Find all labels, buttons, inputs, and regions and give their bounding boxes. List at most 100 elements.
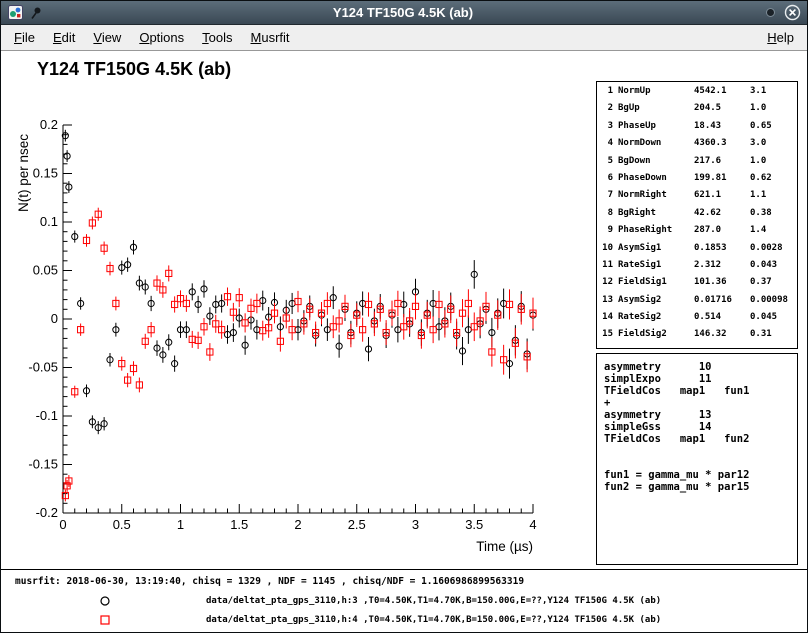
svg-text:0: 0 — [51, 311, 58, 326]
theory-line: fun1 = gamma_mu * par12 — [604, 469, 797, 481]
theory-line — [604, 457, 797, 469]
open-square-marker-icon — [98, 613, 112, 631]
menu-item-musrfit[interactable]: Musrfit — [242, 26, 299, 49]
window-menu-dot-icon[interactable] — [762, 4, 779, 21]
param-asymsig2-p-err: 0.00098 — [750, 295, 795, 312]
theory-line — [604, 445, 797, 457]
param-asymsig1-p-name: AsymSig1 — [618, 243, 694, 260]
param-phaseright-p-name: PhaseRight — [618, 225, 694, 242]
param-bgright-p-err: 0.38 — [750, 208, 795, 225]
fit-status-text: musrfit: 2018-06-30, 13:19:40, chisq = 1… — [15, 576, 524, 587]
param-normdown-p-name: NormDown — [618, 138, 694, 155]
param-asymsig2-p-name: AsymSig2 — [618, 295, 694, 312]
legend-label-1: data/deltat_pta_gps_3110,h:3 ,T0=4.50K,T… — [206, 596, 661, 606]
plot-title: Y124 TF150G 4.5K (ab) — [37, 59, 231, 80]
param-fieldsig1-p-val: 101.36 — [694, 277, 750, 294]
param-normdown-p-err: 3.0 — [750, 138, 795, 155]
musrview-window: Y124 TF150G 4.5K (ab) FileEditViewOption… — [0, 0, 808, 633]
window-title: Y124 TF150G 4.5K (ab) — [49, 5, 757, 20]
close-icon[interactable] — [784, 4, 801, 21]
svg-text:-0.1: -0.1 — [36, 408, 58, 423]
theory-line: + — [604, 397, 797, 409]
param-phaseup-p-err: 0.65 — [750, 121, 795, 138]
svg-text:2: 2 — [294, 517, 301, 532]
theory-line: asymmetry 13 — [604, 409, 797, 421]
param-normright-p-val: 621.1 — [694, 190, 750, 207]
param-bgup-p-no: 2 — [602, 103, 618, 120]
param-ratesig2-p-err: 0.045 — [750, 312, 795, 329]
svg-text:0.15: 0.15 — [33, 166, 58, 181]
svg-text:0: 0 — [59, 517, 66, 532]
plot-legend: data/deltat_pta_gps_3110,h:3 ,T0=4.50K,T… — [1, 591, 807, 629]
menu-item-options[interactable]: Options — [130, 26, 193, 49]
param-ratesig2-p-no: 14 — [602, 312, 618, 329]
param-phaseright-p-err: 1.4 — [750, 225, 795, 242]
svg-text:-0.2: -0.2 — [36, 505, 58, 520]
param-bgup-p-err: 1.0 — [750, 103, 795, 120]
param-fieldsig2-p-name: FieldSig2 — [618, 329, 694, 346]
param-bgdown-p-name: BgDown — [618, 156, 694, 173]
param-bgup-p-val: 204.5 — [694, 103, 750, 120]
theory-line: asymmetry 10 — [604, 361, 797, 373]
param-phaseright-p-val: 287.0 — [694, 225, 750, 242]
param-bgup-p-name: BgUp — [618, 103, 694, 120]
param-phaseright-p-no: 9 — [602, 225, 618, 242]
menu-item-edit[interactable]: Edit — [44, 26, 84, 49]
svg-text:N(t) per nsec: N(t) per nsec — [16, 134, 31, 212]
param-fieldsig2-p-val: 146.32 — [694, 329, 750, 346]
musr-plot-svg: 00.511.522.533.54-0.2-0.15-0.1-0.0500.05… — [13, 109, 569, 569]
param-phasedown-p-no: 6 — [602, 173, 618, 190]
svg-text:0.1: 0.1 — [40, 214, 58, 229]
menu-item-help[interactable]: Help — [758, 26, 803, 49]
svg-text:Time (µs): Time (µs) — [476, 539, 533, 554]
param-normdown-p-val: 4360.3 — [694, 138, 750, 155]
param-bgdown-p-err: 1.0 — [750, 156, 795, 173]
param-asymsig2-p-no: 13 — [602, 295, 618, 312]
parameter-box: 1NormUp4542.13.12BgUp204.51.03PhaseUp18.… — [596, 81, 798, 349]
param-ratesig2-p-val: 0.514 — [694, 312, 750, 329]
footer-divider — [1, 569, 807, 570]
menu-item-tools[interactable]: Tools — [193, 26, 241, 49]
menu-item-view[interactable]: View — [84, 26, 130, 49]
param-phasedown-p-name: PhaseDown — [618, 173, 694, 190]
svg-text:1: 1 — [177, 517, 184, 532]
param-normright-p-err: 1.1 — [750, 190, 795, 207]
svg-text:0.5: 0.5 — [113, 517, 131, 532]
param-phasedown-p-err: 0.62 — [750, 173, 795, 190]
param-bgright-p-no: 8 — [602, 208, 618, 225]
param-bgdown-p-no: 5 — [602, 156, 618, 173]
param-phaseup-p-name: PhaseUp — [618, 121, 694, 138]
svg-text:0.2: 0.2 — [40, 117, 58, 132]
theory-box: asymmetry 10simplExpo 11TFieldCos map1 f… — [596, 353, 798, 565]
legend-row-1: data/deltat_pta_gps_3110,h:3 ,T0=4.50K,T… — [1, 591, 807, 610]
param-asymsig1-p-err: 0.0028 — [750, 243, 795, 260]
theory-line: simpleGss 14 — [604, 421, 797, 433]
menubar: FileEditViewOptionsToolsMusrfit Help — [1, 25, 807, 51]
app-icon — [7, 5, 23, 21]
param-asymsig1-p-val: 0.1853 — [694, 243, 750, 260]
param-normup-p-name: NormUp — [618, 86, 694, 103]
param-normright-p-name: NormRight — [618, 190, 694, 207]
param-fieldsig1-p-no: 12 — [602, 277, 618, 294]
param-bgright-p-name: BgRight — [618, 208, 694, 225]
svg-text:4: 4 — [529, 517, 536, 532]
svg-text:3: 3 — [412, 517, 419, 532]
pin-icon[interactable] — [28, 5, 44, 21]
legend-label-2: data/deltat_pta_gps_3110,h:4 ,T0=4.50K,T… — [206, 615, 661, 625]
param-fieldsig2-p-no: 15 — [602, 329, 618, 346]
param-phasedown-p-val: 199.81 — [694, 173, 750, 190]
param-normright-p-no: 7 — [602, 190, 618, 207]
theory-line: simplExpo 11 — [604, 373, 797, 385]
legend-row-2: data/deltat_pta_gps_3110,h:4 ,T0=4.50K,T… — [1, 610, 807, 629]
param-asymsig1-p-no: 10 — [602, 243, 618, 260]
param-fieldsig1-p-err: 0.37 — [750, 277, 795, 294]
param-normup-p-val: 4542.1 — [694, 86, 750, 103]
param-ratesig1-p-no: 11 — [602, 260, 618, 277]
param-phaseup-p-val: 18.43 — [694, 121, 750, 138]
svg-text:1.5: 1.5 — [230, 517, 248, 532]
svg-text:0.05: 0.05 — [33, 263, 58, 278]
parameter-table: 1NormUp4542.13.12BgUp204.51.03PhaseUp18.… — [602, 86, 795, 347]
menu-item-file[interactable]: File — [5, 26, 44, 49]
param-normup-p-no: 1 — [602, 86, 618, 103]
param-fieldsig2-p-err: 0.31 — [750, 329, 795, 346]
